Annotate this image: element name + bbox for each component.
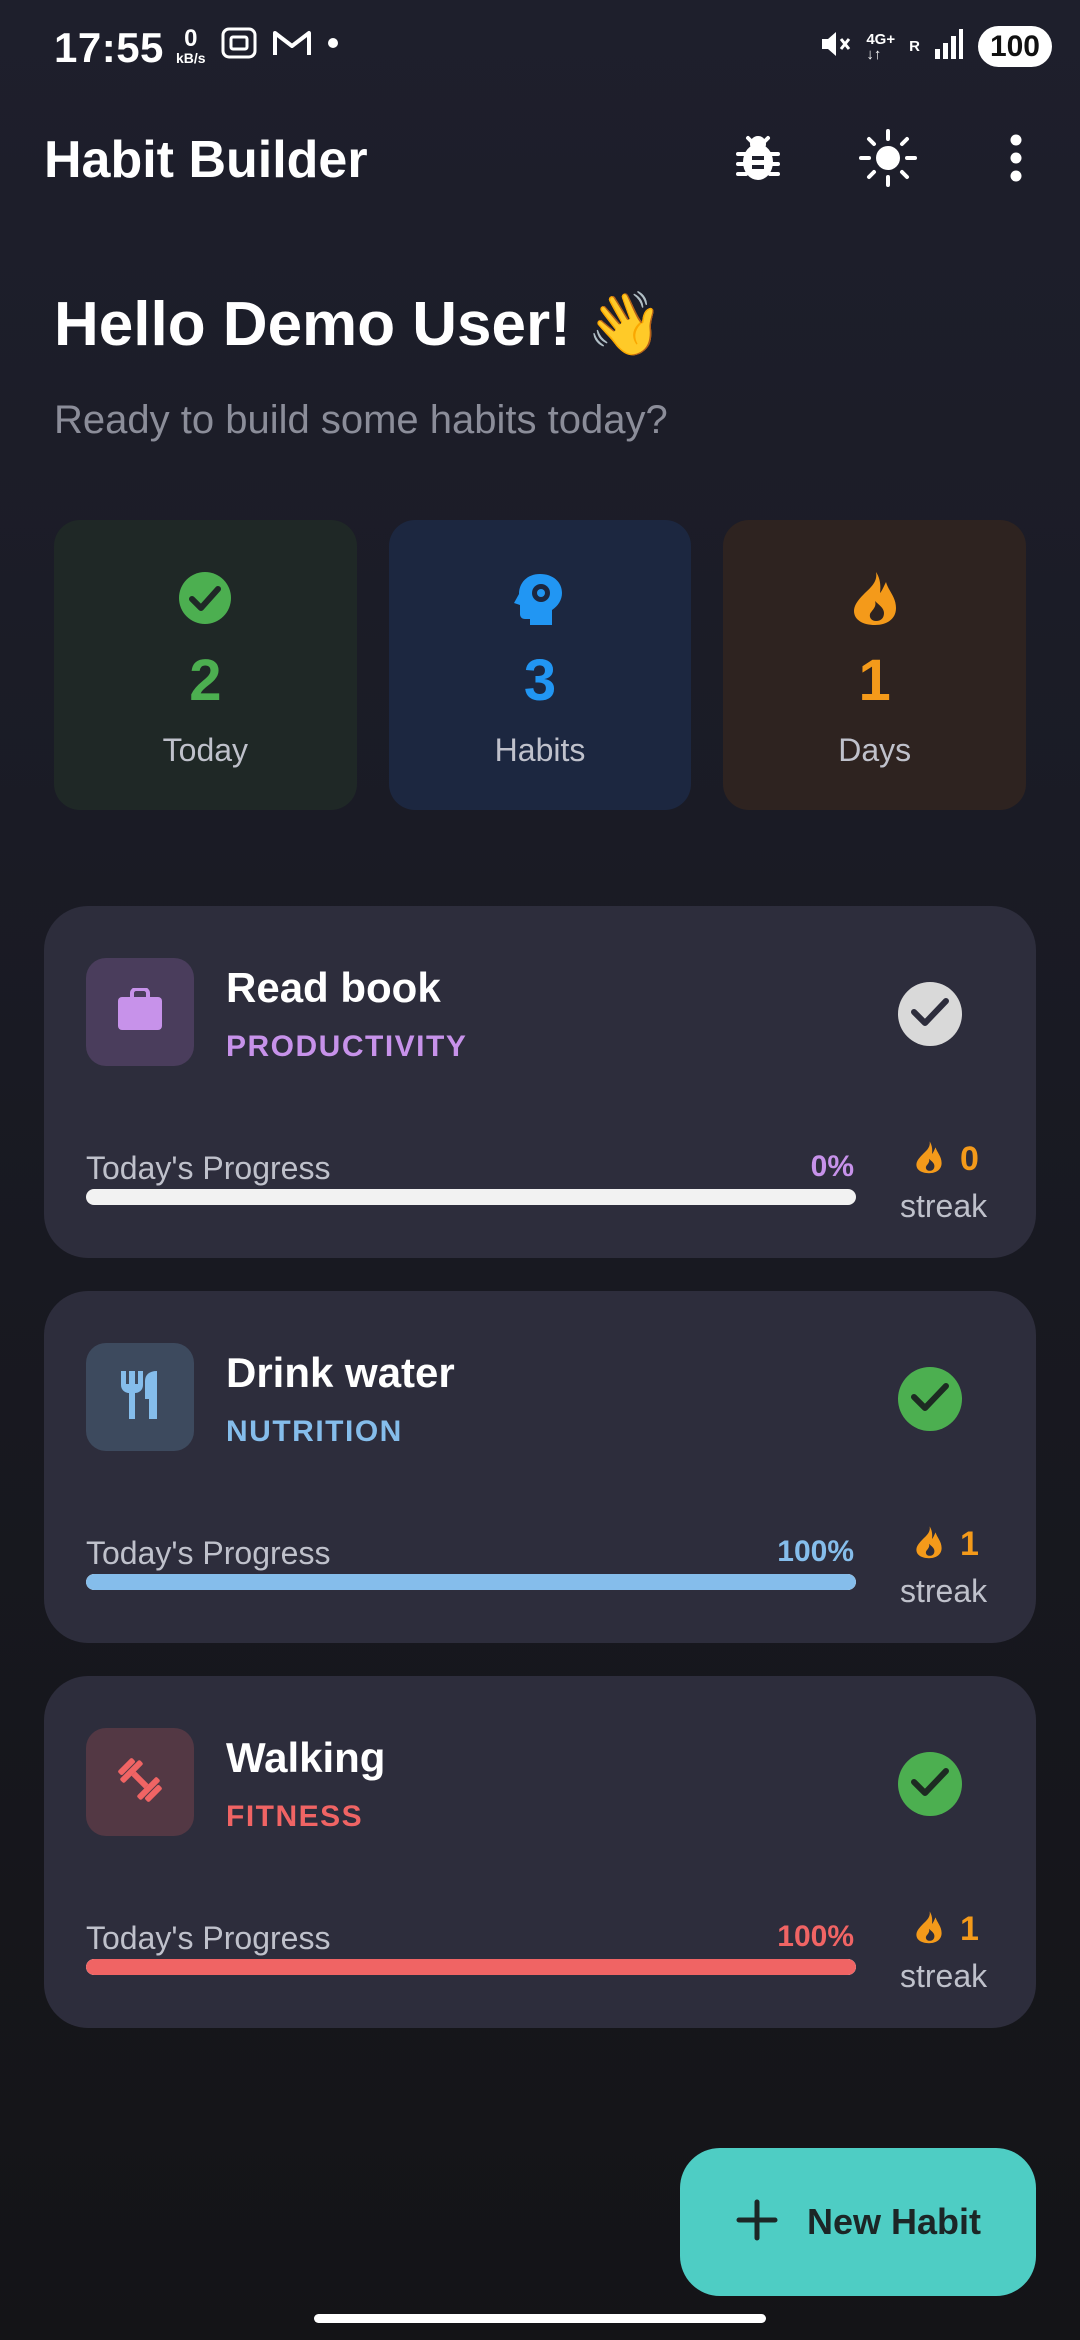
progress-bar: [86, 1189, 856, 1205]
fire-icon: [845, 568, 905, 628]
habit-icon-box: [86, 958, 194, 1066]
check-circle-icon: [175, 568, 235, 628]
network-type: 4G+: [866, 30, 896, 48]
status-bar: 17:55 0 kB/s 4G+ ↓↑ R 100: [0, 0, 1080, 96]
habit-icon-box: [86, 1343, 194, 1451]
dumbbell-icon: [115, 1755, 165, 1810]
restaurant-icon: [117, 1369, 163, 1426]
plus-icon: [735, 2198, 779, 2247]
battery-indicator: 100: [977, 26, 1052, 67]
greeting: Hello Demo User! 👋: [54, 288, 664, 361]
progress-percent: 0%: [810, 1150, 854, 1183]
status-left-icons: 0 kB/s: [176, 26, 340, 65]
bug-icon: [732, 132, 784, 189]
habit-category: FITNESS: [226, 1800, 364, 1833]
new-habit-label: New Habit: [806, 2201, 982, 2242]
fire-icon: [914, 1910, 944, 1949]
check-icon: [910, 996, 950, 1033]
network-arrows-icon: ↓↑: [866, 45, 882, 63]
habit-category: PRODUCTIVITY: [226, 1030, 468, 1063]
new-habit-button[interactable]: New Habit: [680, 2148, 1036, 2296]
gmail-icon: [272, 28, 312, 63]
progress-label: Today's Progress: [86, 1535, 331, 1571]
stats-row: 2 Today 3 Habits 1 Days: [54, 520, 1027, 810]
stat-value: 3: [523, 648, 557, 713]
check-icon: [910, 1381, 950, 1418]
complete-toggle-button[interactable]: [898, 982, 962, 1046]
progress-bar: [86, 1959, 856, 1975]
fire-icon: [914, 1140, 944, 1179]
progress-bar: [86, 1574, 856, 1590]
stat-label: Today: [162, 732, 249, 768]
wave-emoji-icon: 👋: [586, 290, 665, 359]
debug-button[interactable]: [726, 128, 790, 192]
progress-fill: [86, 1574, 856, 1590]
network-speed-unit: kB/s: [176, 49, 206, 66]
stat-value: 1: [858, 648, 891, 713]
theme-toggle-button[interactable]: [856, 128, 920, 192]
network-speed-value: 0: [184, 24, 198, 52]
app-title: Habit Builder: [44, 131, 368, 189]
greeting-title: Hello Demo User!: [54, 290, 571, 359]
stat-card-days: 1 Days: [723, 520, 1027, 810]
stat-label: Days: [838, 732, 912, 768]
progress-label: Today's Progress: [86, 1920, 331, 1956]
network-indicator: 4G+ ↓↑: [866, 32, 895, 62]
overflow-menu-button[interactable]: [984, 128, 1048, 192]
habit-card[interactable]: Walking FITNESS Today's Progress 100% 1 …: [44, 1676, 1036, 2028]
habit-card[interactable]: Drink water NUTRITION Today's Progress 1…: [44, 1291, 1036, 1643]
check-icon: [910, 1766, 950, 1803]
streak-label: streak: [900, 1188, 988, 1224]
progress-percent: 100%: [777, 1920, 854, 1953]
more-vert-icon: [1008, 133, 1024, 188]
complete-toggle-button[interactable]: [898, 1367, 962, 1431]
progress-fill: [86, 1959, 856, 1975]
streak-label: streak: [900, 1573, 988, 1609]
stat-label: Habits: [494, 732, 586, 768]
brightness-icon: [858, 128, 918, 193]
briefcase-icon: [116, 986, 164, 1037]
screenshot-icon: [220, 26, 258, 65]
home-indicator[interactable]: [314, 2314, 766, 2323]
streak-count: 1: [960, 1525, 979, 1563]
habit-card[interactable]: Read book PRODUCTIVITY Today's Progress …: [44, 906, 1036, 1258]
mute-icon: [818, 27, 852, 66]
streak-indicator: 1: [914, 1525, 979, 1564]
network-speed: 0 kB/s: [176, 24, 206, 66]
streak-indicator: 0: [914, 1140, 979, 1179]
signal-icon: [934, 27, 964, 66]
stat-value: 2: [189, 648, 222, 713]
habit-icon-box: [86, 1728, 194, 1836]
streak-count: 1: [960, 1910, 979, 1948]
streak-label: streak: [900, 1958, 988, 1994]
roaming-indicator: R: [909, 38, 920, 55]
notification-dot-icon: [326, 36, 340, 55]
habit-name: Drink water: [226, 1349, 455, 1396]
stat-card-today: 2 Today: [54, 520, 357, 810]
status-right-icons: 4G+ ↓↑ R 100: [818, 26, 1052, 67]
psychology-icon: [510, 568, 570, 628]
stat-card-habits: 3 Habits: [388, 520, 692, 810]
fire-icon: [914, 1525, 944, 1564]
habit-name: Read book: [226, 964, 441, 1011]
complete-toggle-button[interactable]: [898, 1752, 962, 1816]
progress-percent: 100%: [777, 1535, 854, 1568]
habit-category: NUTRITION: [226, 1415, 403, 1448]
streak-count: 0: [960, 1140, 979, 1178]
progress-label: Today's Progress: [86, 1150, 331, 1186]
status-time: 17:55: [54, 24, 164, 71]
greeting-subtitle: Ready to build some habits today?: [54, 398, 668, 442]
app-bar: Habit Builder: [0, 100, 1080, 216]
streak-indicator: 1: [914, 1910, 979, 1949]
habit-name: Walking: [226, 1734, 386, 1781]
